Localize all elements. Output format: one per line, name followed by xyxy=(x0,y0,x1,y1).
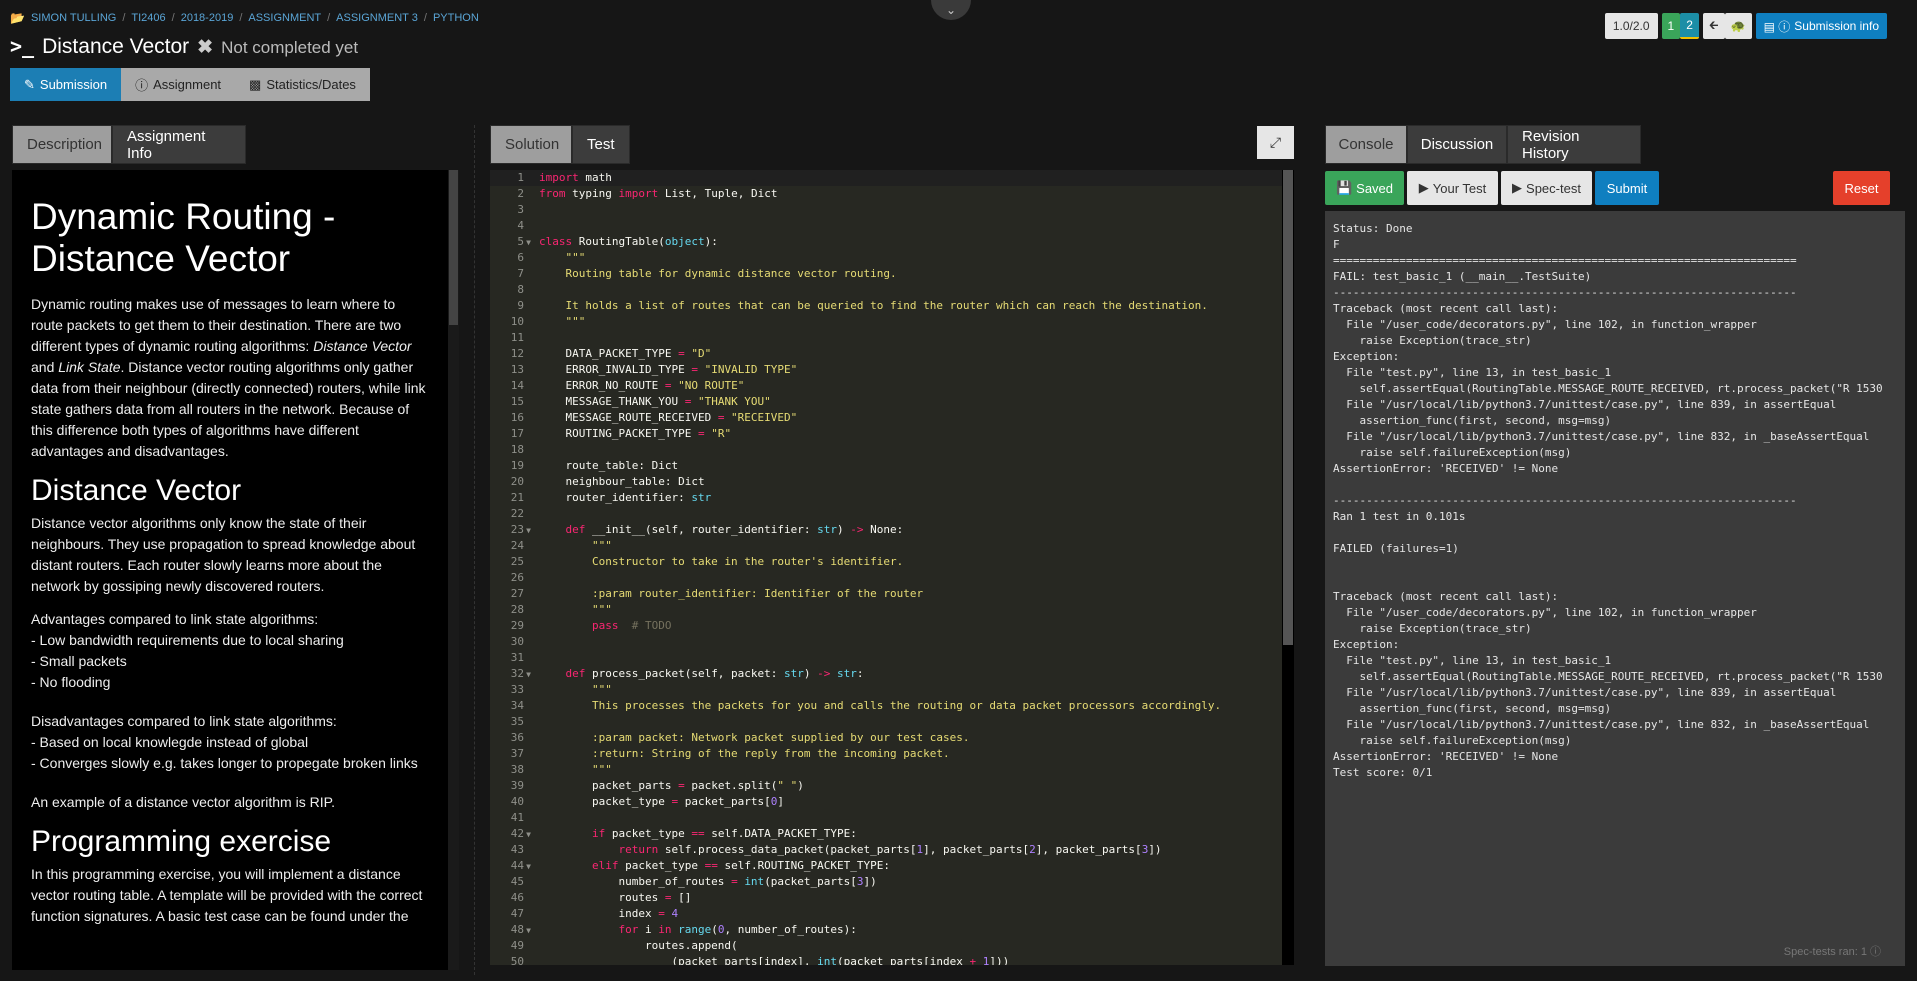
breadcrumb-separator: / xyxy=(423,12,427,24)
tab-assignment[interactable]: ⓘ Assignment xyxy=(121,68,236,101)
info-icon: ⓘ xyxy=(135,78,149,93)
submission-2-button[interactable]: 2 xyxy=(1680,13,1699,39)
reset-button[interactable]: Reset xyxy=(1833,171,1890,205)
submission-info-label: Submission info xyxy=(1794,19,1879,33)
tab-statistics-label: Statistics/Dates xyxy=(266,77,356,92)
your-test-label: Your Test xyxy=(1432,180,1487,196)
expand-icon: ⤢ xyxy=(1269,134,1282,150)
description-panel: Dynamic Routing - Distance Vector Dynami… xyxy=(12,170,459,970)
panel-resize-divider[interactable] xyxy=(474,125,475,975)
console-output: Status: Done F =========================… xyxy=(1333,222,1883,779)
breadcrumb-python[interactable]: PYTHON xyxy=(433,12,479,24)
tab-assignment-info[interactable]: Assignment Info xyxy=(112,125,246,164)
editor-scrollbar-thumb[interactable] xyxy=(1283,170,1293,645)
chevron-down-icon: ⌄ xyxy=(945,3,957,17)
tab-solution[interactable]: Solution xyxy=(490,125,572,164)
breadcrumb: 📂 SIMON TULLING / TI2406 / 2018-2019 / A… xyxy=(10,11,479,25)
submission-1-button[interactable]: 1 xyxy=(1661,13,1681,39)
breadcrumb-assignment[interactable]: ASSIGNMENT xyxy=(248,12,321,24)
section-heading-programming-exercise: Programming exercise xyxy=(31,825,332,858)
section-heading-distance-vector: Distance Vector xyxy=(31,474,242,507)
navigation-buttons: 🡰 🐢 xyxy=(1702,13,1752,39)
advantages-list: Advantages compared to link state algori… xyxy=(31,611,344,690)
tab-test[interactable]: Test xyxy=(572,125,630,164)
terminal-prompt-icon: >_ xyxy=(10,34,35,58)
description-paragraph: Distance vector algorithms only know the… xyxy=(31,515,416,594)
play-icon: ▶ xyxy=(1512,180,1523,195)
expand-editor-button[interactable]: ⤢ xyxy=(1257,126,1294,159)
console-output-panel: Status: Done F =========================… xyxy=(1325,211,1905,966)
breadcrumb-user[interactable]: SIMON TULLING xyxy=(31,12,116,24)
editor-tabs: Solution Test xyxy=(490,125,630,164)
top-right-controls: 1.0/2.0 1 2 🡰 🐢 ▤ ⓘ Submission info xyxy=(1604,13,1887,39)
back-button[interactable]: 🡰 xyxy=(1702,13,1725,39)
breadcrumb-separator: / xyxy=(239,12,243,24)
tab-console[interactable]: Console xyxy=(1325,125,1407,164)
description-scrollbar-thumb[interactable] xyxy=(449,170,458,325)
description-paragraph: In this programming exercise, you will i… xyxy=(31,866,423,924)
your-test-button[interactable]: ▶ Your Test xyxy=(1407,171,1498,205)
main-tabs: ✎ Submission ⓘ Assignment ▩ Statistics/D… xyxy=(10,68,370,101)
cross-icon: ✖ xyxy=(197,37,214,58)
version-button[interactable]: 1.0/2.0 xyxy=(1604,13,1658,39)
console-toolbar: 💾 Saved ▶ Your Test ▶ Spec-test Submit xyxy=(1325,171,1659,205)
description-paragraph: Dynamic routing makes use of messages to… xyxy=(31,296,426,459)
tab-assignment-label: Assignment xyxy=(153,77,222,92)
pencil-icon: ✎ xyxy=(24,76,35,92)
breadcrumb-separator: / xyxy=(327,12,331,24)
breadcrumb-edition[interactable]: 2018-2019 xyxy=(181,12,234,24)
description-paragraph: An example of a distance vector algorith… xyxy=(31,794,336,810)
saved-label: Saved xyxy=(1356,180,1394,196)
play-icon: ▶ xyxy=(1418,180,1429,195)
turtle-mode-button[interactable]: 🐢 xyxy=(1724,13,1752,39)
code-editor[interactable]: 1 import math 2 from typing import List, T… xyxy=(490,170,1294,965)
disadvantages-list: Disadvantages compared to link state alg… xyxy=(31,713,418,771)
description-heading: Dynamic Routing - Distance Vector xyxy=(31,196,336,279)
spec-test-label: Spec-test xyxy=(1526,180,1581,196)
assignment-title: Distance Vector xyxy=(42,35,190,58)
folder-icon: 📂 xyxy=(10,11,25,25)
tab-submission[interactable]: ✎ Submission xyxy=(10,68,122,101)
spec-test-button[interactable]: ▶ Spec-test xyxy=(1501,171,1592,205)
info-icon: ▤ ⓘ xyxy=(1763,19,1791,34)
submit-button[interactable]: Submit xyxy=(1595,171,1659,205)
console-tabs: Console Discussion Revision History xyxy=(1325,125,1641,164)
save-icon: 💾 xyxy=(1335,180,1353,195)
submission-switcher: 1 2 xyxy=(1661,13,1699,39)
collapse-header-button[interactable]: ⌄ xyxy=(931,0,971,20)
page-title: >_ Distance Vector ✖ Not completed yet xyxy=(10,34,358,59)
tab-discussion[interactable]: Discussion xyxy=(1407,125,1507,164)
bar-chart-icon: ▩ xyxy=(249,76,262,92)
completion-status: Not completed yet xyxy=(221,38,359,57)
tab-submission-label: Submission xyxy=(39,77,108,92)
tab-revision-history[interactable]: Revision History xyxy=(1507,125,1641,164)
turtle-icon: 🐢 xyxy=(1730,19,1746,33)
tab-statistics[interactable]: ▩ Statistics/Dates xyxy=(235,68,370,101)
description-tabs: Description Assignment Info xyxy=(12,125,246,164)
breadcrumb-separator: / xyxy=(122,12,126,24)
saved-button[interactable]: 💾 Saved xyxy=(1325,171,1404,205)
arrow-left-icon: 🡰 xyxy=(1708,17,1719,32)
spec-tests-ran-label: Spec-tests ran: 1 xyxy=(1783,946,1867,958)
submission-info-button[interactable]: ▤ ⓘ Submission info xyxy=(1755,13,1887,39)
tab-description[interactable]: Description xyxy=(12,125,112,164)
info-icon: ⓘ xyxy=(1870,946,1881,958)
breadcrumb-separator: / xyxy=(171,12,175,24)
breadcrumb-course[interactable]: TI2406 xyxy=(131,12,165,24)
spec-tests-ran: Spec-tests ran: 1 ⓘ xyxy=(1784,943,1881,959)
breadcrumb-assignment-3[interactable]: ASSIGNMENT 3 xyxy=(336,12,418,24)
